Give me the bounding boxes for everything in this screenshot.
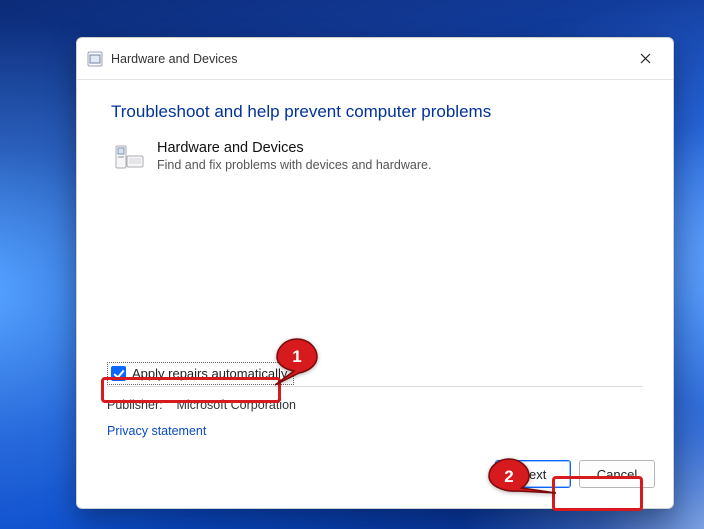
apply-repairs-row[interactable]: Apply repairs automatically <box>107 362 294 385</box>
page-heading: Troubleshoot and help prevent computer p… <box>111 102 639 122</box>
close-button[interactable] <box>623 44 667 74</box>
titlebar-text: Hardware and Devices <box>111 52 237 66</box>
divider <box>107 386 643 387</box>
titlebar: Hardware and Devices <box>77 38 673 80</box>
apply-repairs-checkbox[interactable] <box>111 366 126 381</box>
troubleshooter-title: Hardware and Devices <box>157 140 431 156</box>
troubleshooter-item: Hardware and Devices Find and fix proble… <box>111 140 639 174</box>
troubleshooter-description: Find and fix problems with devices and h… <box>157 158 431 172</box>
privacy-link[interactable]: Privacy statement <box>107 424 206 438</box>
apply-repairs-label: Apply repairs automatically <box>132 366 287 381</box>
next-button[interactable]: Next <box>495 460 571 488</box>
close-icon <box>640 53 651 64</box>
dialog-footer: Next Cancel <box>77 452 673 508</box>
publisher-label: Publisher: <box>107 398 173 412</box>
dialog-content: Troubleshoot and help prevent computer p… <box>77 80 673 452</box>
titlebar-icon <box>87 51 103 67</box>
troubleshooter-dialog: Hardware and Devices Troubleshoot and he… <box>76 37 674 509</box>
publisher-value: Microsoft Corporation <box>176 398 296 412</box>
publisher-row: Publisher: Microsoft Corporation <box>107 398 296 412</box>
next-mnemonic: N <box>520 467 529 482</box>
next-rest: ext <box>529 467 546 482</box>
hardware-icon <box>113 142 145 174</box>
cancel-button[interactable]: Cancel <box>579 460 655 488</box>
